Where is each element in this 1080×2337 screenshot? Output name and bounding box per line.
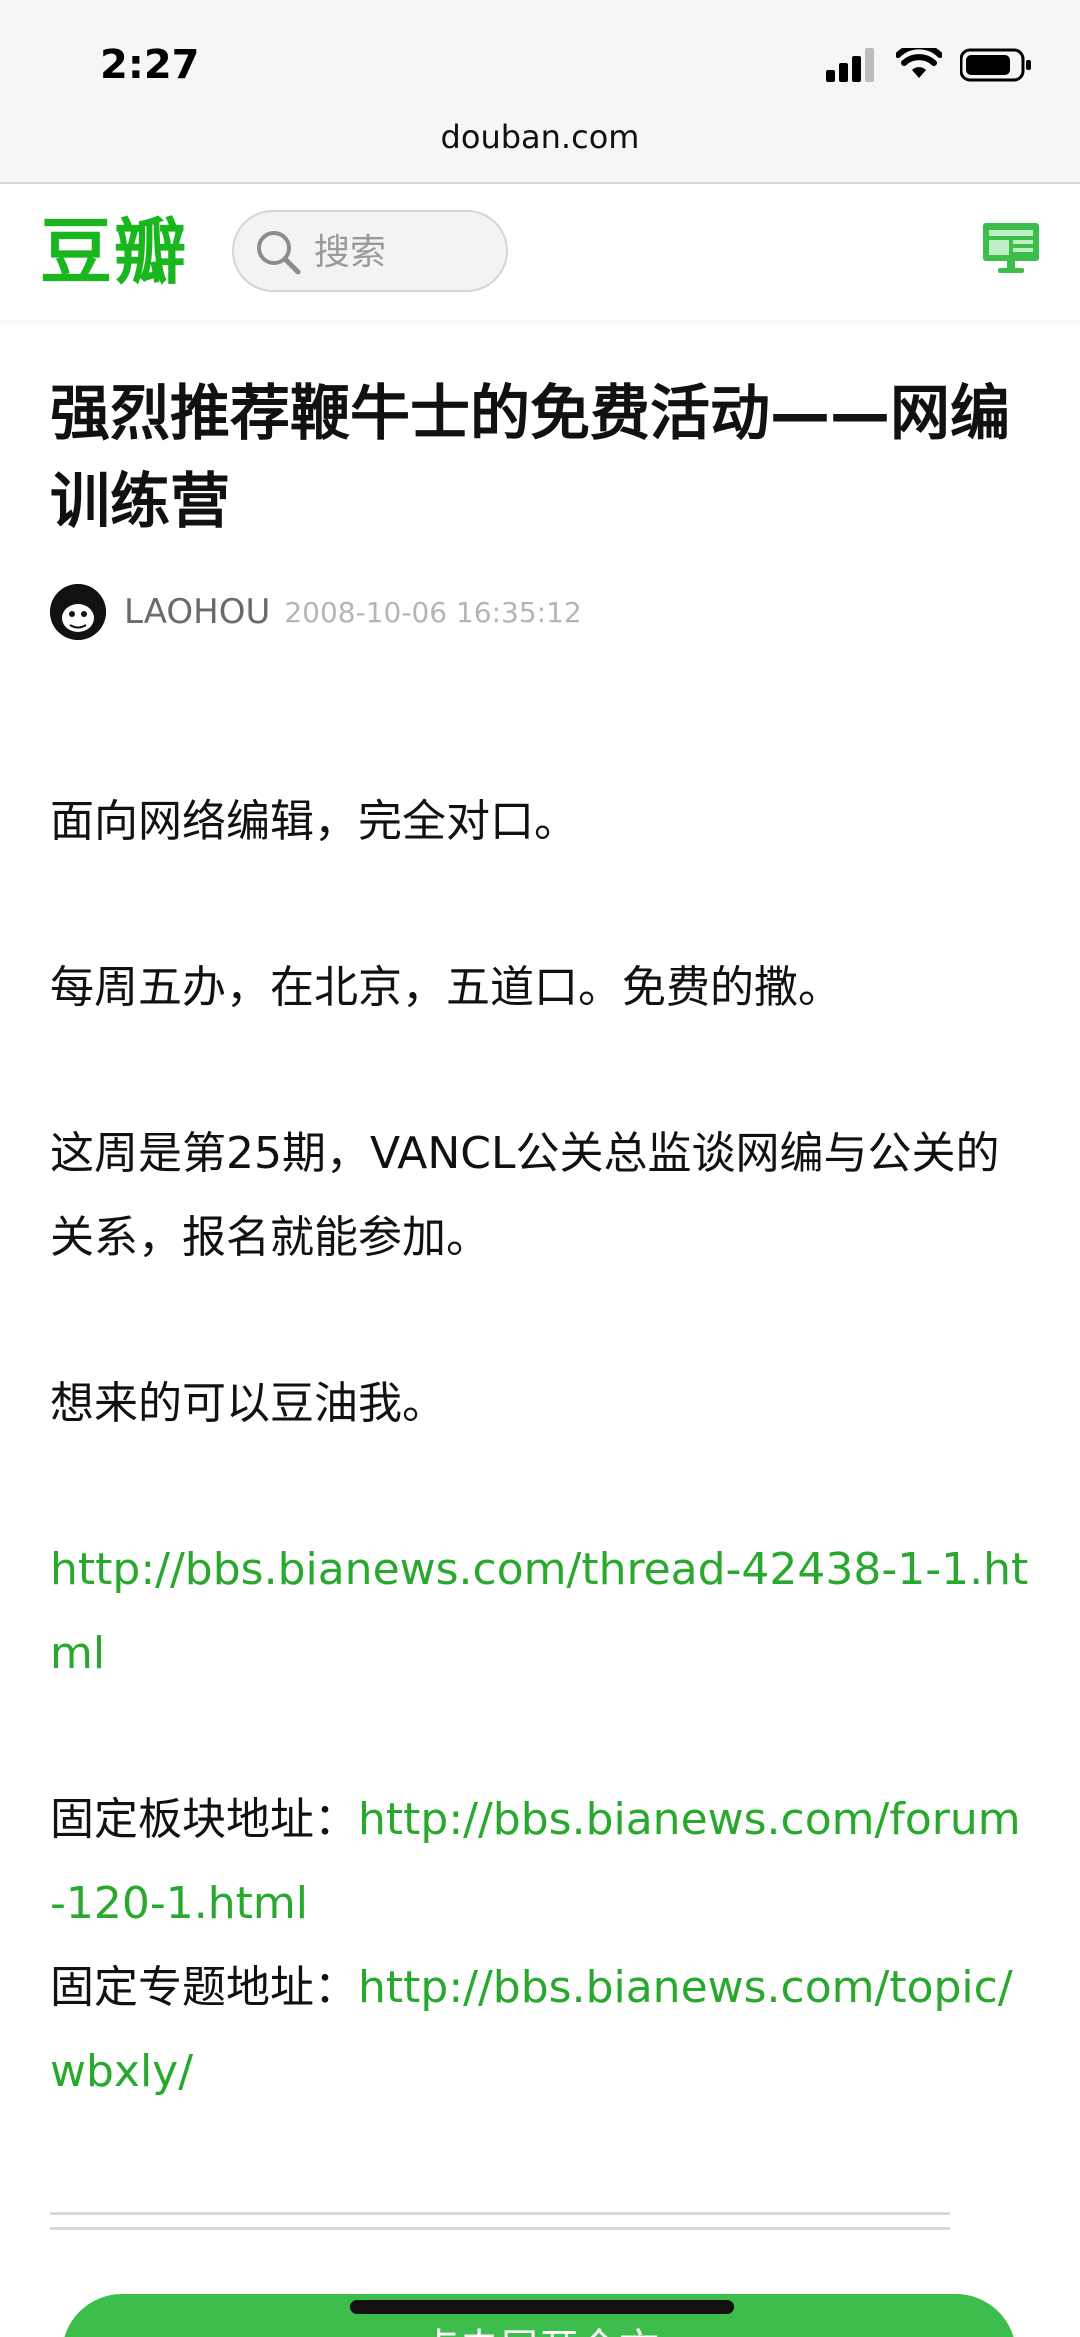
avatar-face-icon xyxy=(50,584,106,640)
separator-line xyxy=(50,2212,950,2230)
home-indicator xyxy=(350,2300,734,2314)
status-icons xyxy=(826,48,1032,82)
douban-logo[interactable]: 豆瓣 xyxy=(40,210,188,294)
board-label: 固定板块地址： xyxy=(50,1794,358,1845)
paragraph: 这周是第25期，VANCL公关总监谈网编与公关的关系，报名就能参加。 xyxy=(50,1128,1000,1263)
topic-label: 固定专题地址： xyxy=(50,1962,358,2013)
page: 2:27 douban.com 豆瓣 搜索 强烈推荐鞭牛士的免费活动——网编训练… xyxy=(0,0,1080,2337)
site-header: 豆瓣 xyxy=(0,184,1080,320)
browser-chrome: 2:27 douban.com xyxy=(0,0,1080,184)
url-bar[interactable]: douban.com xyxy=(0,118,1080,156)
search-icon xyxy=(257,231,301,275)
paragraph: 每周五办，在北京，五道口。免费的撒。 xyxy=(50,962,842,1013)
board-address: 固定板块地址：http://bbs.bianews.com/forum-120-… xyxy=(50,1778,1030,1946)
battery-icon xyxy=(960,48,1031,82)
desktop-version-icon[interactable] xyxy=(982,222,1040,274)
status-time: 2:27 xyxy=(100,42,200,88)
wifi-icon xyxy=(896,48,942,78)
author-avatar[interactable] xyxy=(50,584,106,640)
paragraph-link: http://bbs.bianews.com/thread-42438-1-1.… xyxy=(50,1528,1030,1696)
article-body: 面向网络编辑，完全对口。 每周五办，在北京，五道口。免费的撒。 这周是第25期，… xyxy=(50,780,1030,2114)
paragraph: 想来的可以豆油我。 xyxy=(50,1378,446,1429)
search-box[interactable] xyxy=(232,210,508,292)
article-meta: LAOHOU 2008-10-06 16:35:12 xyxy=(50,584,582,640)
thread-link[interactable]: http://bbs.bianews.com/thread-42438-1-1.… xyxy=(50,1544,1028,1679)
article-title: 强烈推荐鞭牛士的免费活动——网编训练营 xyxy=(50,379,1010,537)
search-input[interactable] xyxy=(312,222,496,282)
paragraph: 面向网络编辑，完全对口。 xyxy=(50,796,578,847)
author-name[interactable]: LAOHOU xyxy=(124,592,270,632)
topic-address: 固定专题地址：http://bbs.bianews.com/topic/wbxl… xyxy=(50,1946,1030,2114)
post-date: 2008-10-06 16:35:12 xyxy=(284,595,582,629)
cellular-signal-icon xyxy=(826,48,874,82)
